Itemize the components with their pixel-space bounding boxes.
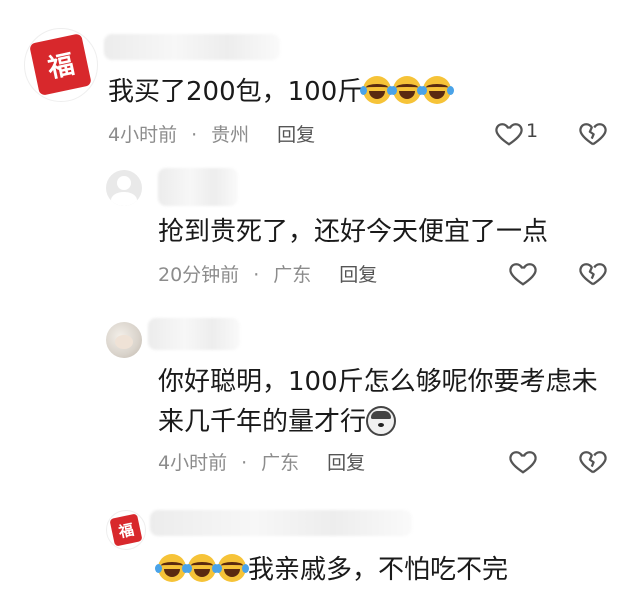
timestamp: 4小时前 — [108, 124, 178, 146]
reply-button[interactable]: 回复 — [327, 452, 365, 474]
location: 广东 — [261, 452, 300, 474]
username-blurred[interactable] — [158, 168, 238, 206]
separator: · — [253, 264, 260, 286]
tears-of-joy-icon — [420, 76, 455, 104]
tears-of-joy-icon — [155, 554, 189, 582]
timestamp: 20分钟前 — [158, 264, 240, 286]
fu-seal-icon: 福 — [29, 33, 93, 97]
comment-text: 你好聪明，100斤怎么够呢你要考虑未来几千年的量才行 — [158, 367, 598, 437]
tears-of-joy-icon — [185, 554, 219, 582]
location: 贵州 — [211, 124, 250, 146]
username-blurred[interactable] — [104, 34, 280, 60]
dislike-broken-heart-icon[interactable] — [578, 118, 608, 148]
reply-button[interactable]: 回复 — [277, 124, 315, 146]
separator: · — [191, 124, 198, 146]
comment-text: 我亲戚多，不怕吃不完 — [155, 550, 508, 590]
username-blurred[interactable] — [150, 510, 412, 536]
comment-text: 我买了200包，100斤 — [108, 72, 455, 112]
comment-meta: 4小时前 · 贵州 回复 — [108, 120, 329, 147]
dislike-broken-heart-icon[interactable] — [578, 446, 608, 476]
comment-meta: 4小时前 · 广东 回复 — [158, 448, 379, 475]
like-count: 1 — [526, 120, 539, 142]
reply-button[interactable]: 回复 — [339, 264, 377, 286]
default-avatar-icon — [117, 176, 131, 191]
husky-icon — [366, 406, 397, 436]
like-heart-icon[interactable] — [508, 258, 538, 288]
avatar[interactable] — [106, 170, 142, 206]
like-heart-icon[interactable] — [494, 118, 524, 148]
username-blurred[interactable] — [148, 318, 240, 350]
comment-text: 抢到贵死了，还好今天便宜了一点 — [158, 217, 549, 247]
tears-of-joy-icon — [215, 554, 249, 582]
like-heart-icon[interactable] — [508, 446, 538, 476]
avatar[interactable] — [106, 322, 142, 358]
comment-meta: 20分钟前 · 广东 回复 — [158, 260, 391, 287]
tears-of-joy-icon — [390, 76, 425, 104]
location: 广东 — [273, 264, 312, 286]
dislike-broken-heart-icon[interactable] — [578, 258, 608, 288]
avatar[interactable]: 福 — [106, 510, 146, 550]
photo-avatar-icon — [115, 334, 133, 349]
tears-of-joy-icon — [360, 76, 395, 104]
separator: · — [241, 452, 248, 474]
avatar[interactable]: 福 — [24, 28, 98, 102]
fu-seal-icon: 福 — [109, 513, 143, 547]
timestamp: 4小时前 — [158, 452, 228, 474]
